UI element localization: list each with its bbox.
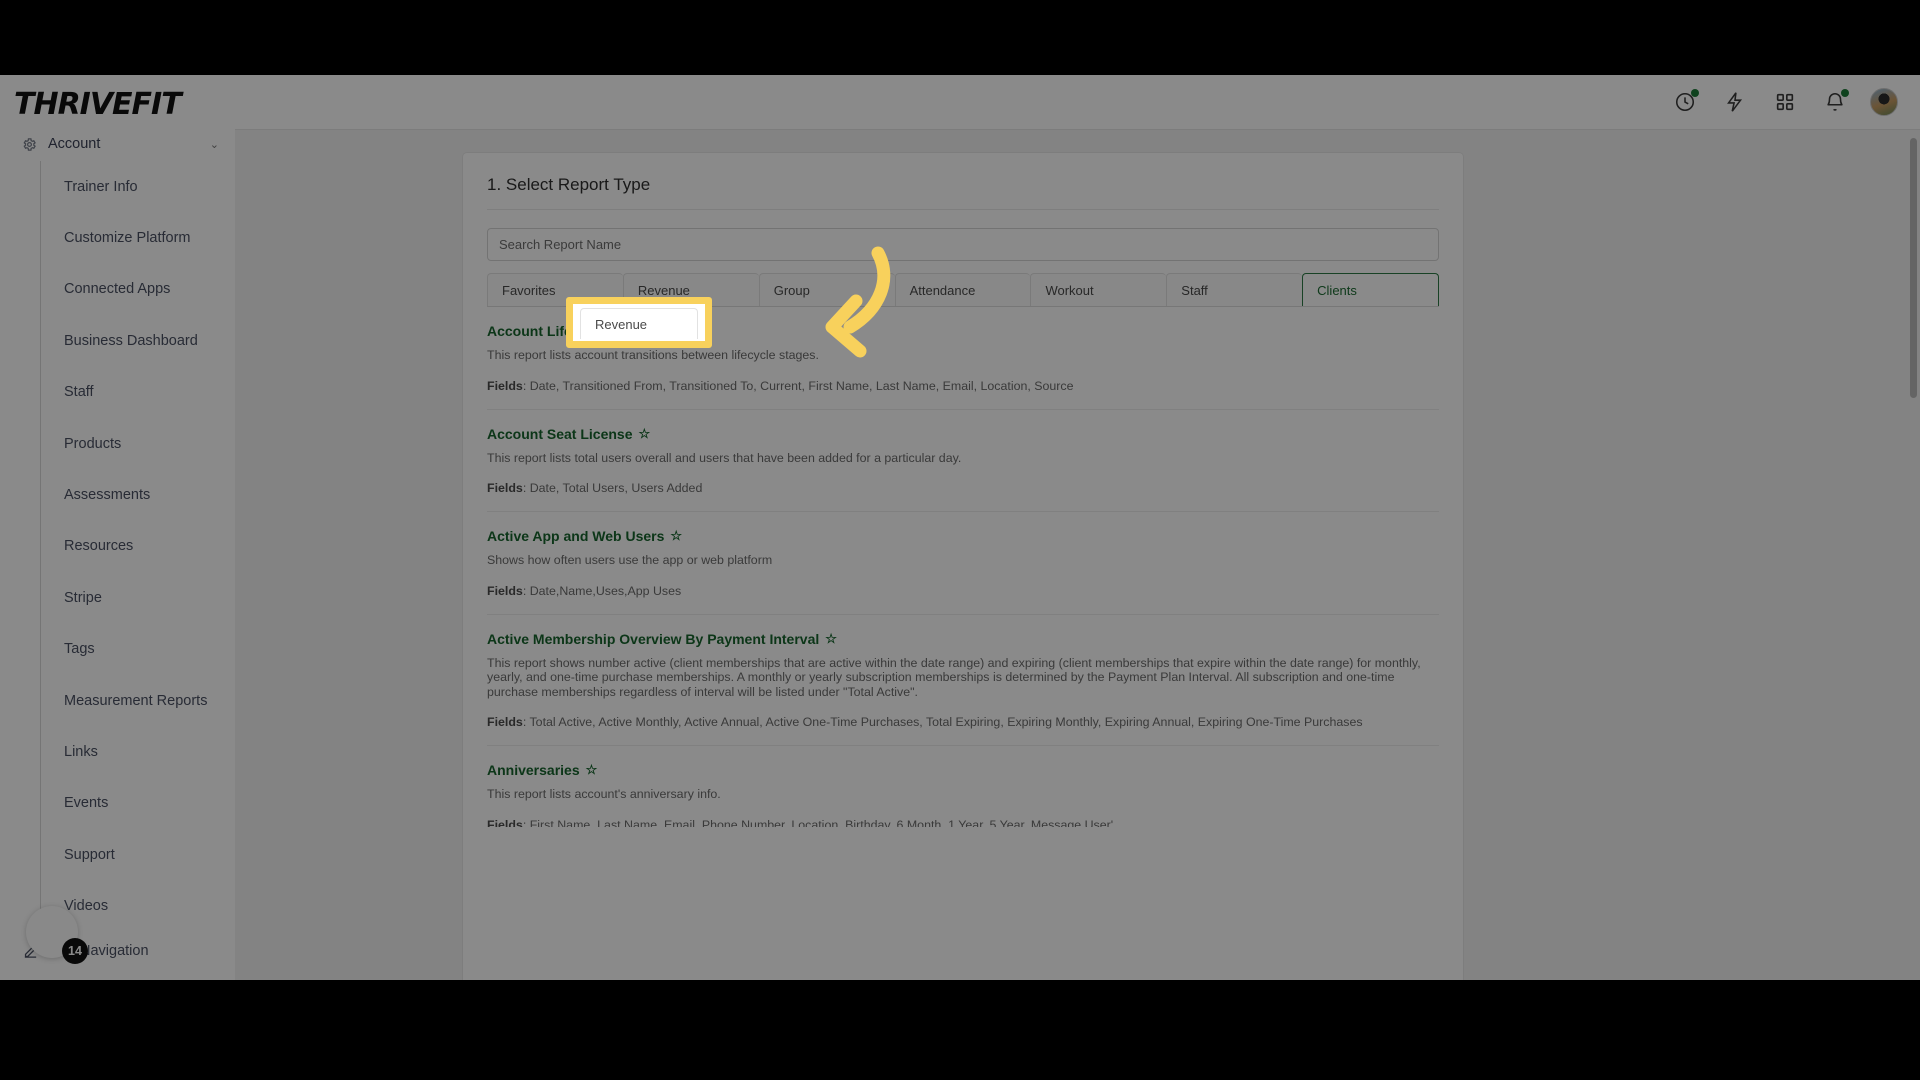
sidebar-item-staff[interactable]: Staff bbox=[41, 367, 235, 418]
report-title[interactable]: Account Lifecycle Transitions ☆ bbox=[487, 323, 703, 339]
screenshot-root: THRIVEFIT Account ⌄ Trainer Info Customiz… bbox=[0, 0, 1920, 1080]
sidebar-group-label: Account bbox=[48, 136, 101, 152]
page-scrollbar[interactable] bbox=[1910, 138, 1917, 398]
sidebar-item-assessments[interactable]: Assessments bbox=[41, 469, 235, 520]
sidebar-item-events[interactable]: Events bbox=[41, 778, 235, 829]
report-fields-value: Date,Name,Uses,App Uses bbox=[529, 583, 682, 598]
brand-name-primary: THRIVE bbox=[14, 87, 133, 122]
report-title-label: Anniversaries bbox=[487, 762, 580, 778]
report-fields-label: Fields bbox=[487, 481, 523, 495]
report-title-label: Active App and Web Users bbox=[487, 528, 665, 544]
chat-logo-icon bbox=[37, 917, 67, 947]
bell-icon[interactable] bbox=[1814, 81, 1856, 123]
report-description: Shows how often users use the app or web… bbox=[487, 553, 773, 567]
search-input[interactable] bbox=[487, 228, 1439, 261]
chevron-down-icon: ⌄ bbox=[209, 138, 219, 151]
gear-icon bbox=[23, 137, 36, 151]
bell-status-dot bbox=[1841, 89, 1849, 97]
sidebar: THRIVEFIT Account ⌄ Trainer Info Customiz… bbox=[0, 75, 235, 980]
report-list-item: Anniversaries ☆ This report lists account'… bbox=[487, 746, 1439, 827]
clock-status-dot bbox=[1691, 89, 1699, 97]
report-title[interactable]: Active App and Web Users ☆ bbox=[487, 528, 682, 544]
report-fields: Fields: Date, Total Users, Users Added bbox=[487, 481, 703, 495]
page-title: 1. Select Report Type bbox=[487, 175, 651, 194]
sidebar-nav: Account ⌄ Trainer Info Customize Platform… bbox=[0, 127, 235, 920]
brand-name-secondary: FIT bbox=[131, 87, 182, 122]
report-list-item: Account Lifecycle Transitions ☆ This repor… bbox=[487, 307, 1439, 410]
sidebar-item-links[interactable]: Links bbox=[41, 726, 235, 777]
sidebar-item-tags[interactable]: Tags bbox=[41, 624, 235, 675]
favorite-star-icon[interactable]: ☆ bbox=[586, 762, 598, 778]
report-description: This report lists account transitions be… bbox=[487, 348, 819, 362]
sidebar-item-connected-apps[interactable]: Connected Apps bbox=[41, 264, 235, 315]
tab-favorites[interactable]: Favorites bbox=[487, 273, 623, 306]
report-title-label: Active Membership Overview By Payment In… bbox=[487, 630, 820, 647]
sidebar-subnav: Trainer Info Customize Platform Connected … bbox=[40, 161, 235, 920]
report-list: Account Lifecycle Transitions ☆ This repor… bbox=[487, 307, 1439, 827]
report-fields: Fields: Date, Transitioned From, Transit… bbox=[487, 378, 1074, 393]
report-fields-value: First Name, Last Name, Email, Phone Numb… bbox=[529, 817, 1114, 828]
report-title[interactable]: Account Seat License ☆ bbox=[487, 426, 650, 442]
chat-unread-badge[interactable]: 14 bbox=[62, 938, 88, 964]
tab-attendance[interactable]: Attendance bbox=[894, 273, 1031, 306]
sidebar-item-products[interactable]: Products bbox=[41, 418, 235, 469]
sidebar-item-support[interactable]: Support bbox=[41, 829, 235, 880]
report-title[interactable]: Anniversaries ☆ bbox=[487, 762, 597, 778]
tab-group[interactable]: Group bbox=[758, 273, 895, 306]
sidebar-item-resources[interactable]: Resources bbox=[41, 521, 235, 572]
report-title-label: Account Lifecycle Transitions bbox=[487, 323, 686, 339]
report-fields: Fields: Total Active, Active Monthly, Ac… bbox=[487, 715, 1363, 729]
application-window: THRIVEFIT Account ⌄ Trainer Info Customiz… bbox=[0, 75, 1920, 980]
report-fields: Fields: Date,Name,Uses,App Uses bbox=[487, 583, 682, 598]
topbar bbox=[235, 75, 1920, 130]
grid-apps-icon[interactable] bbox=[1764, 81, 1806, 123]
report-fields-label: Fields bbox=[487, 583, 523, 598]
report-description: This report lists total users overall an… bbox=[487, 450, 962, 465]
report-fields-label: Fields bbox=[487, 378, 523, 393]
report-fields: Fields: First Name, Last Name, Email, Ph… bbox=[487, 818, 1439, 828]
report-title[interactable]: Active Membership Overview By Payment In… bbox=[487, 631, 837, 647]
report-category-tabs: Favorites Revenue Group Attendance Workout St… bbox=[487, 273, 1440, 307]
tab-clients[interactable]: Clients bbox=[1302, 273, 1440, 306]
report-fields-value: Date, Total Users, Users Added bbox=[529, 481, 703, 495]
report-fields-label: Fields bbox=[487, 715, 523, 729]
tab-workout[interactable]: Workout bbox=[1030, 273, 1167, 306]
report-description: This report shows number active (client … bbox=[487, 655, 1421, 699]
favorite-star-icon[interactable]: ☆ bbox=[670, 528, 682, 544]
report-list-item: Account Seat License ☆ This report lists t… bbox=[487, 410, 1439, 512]
report-title-label: Account Seat License bbox=[487, 425, 633, 442]
sidebar-group-account[interactable]: Account ⌄ bbox=[0, 127, 235, 161]
lightning-icon[interactable] bbox=[1714, 81, 1756, 123]
report-fields-label: Fields bbox=[487, 817, 523, 828]
tab-staff[interactable]: Staff bbox=[1166, 273, 1303, 306]
sidebar-item-business-dashboard[interactable]: Business Dashboard bbox=[41, 315, 235, 366]
report-list-item: Active App and Web Users ☆ Shows how often… bbox=[487, 512, 1439, 615]
report-fields-value: Date, Transitioned From, Transitioned To… bbox=[529, 378, 1074, 393]
favorite-star-icon[interactable]: ☆ bbox=[825, 631, 837, 647]
report-list-item: Active Membership Overview By Payment In… bbox=[487, 615, 1439, 746]
report-fields-value: Total Active, Active Monthly, Active Ann… bbox=[529, 715, 1363, 729]
report-type-panel: 1. Select Report Type FavoritesRevenueGr… bbox=[463, 153, 1463, 980]
clock-icon[interactable] bbox=[1664, 81, 1706, 123]
search-wrapper bbox=[463, 210, 1463, 261]
tab-revenue[interactable]: Revenue bbox=[622, 273, 759, 306]
brand-logo: THRIVEFIT bbox=[14, 87, 182, 122]
sidebar-item-measurement-reports[interactable]: Measurement Reports bbox=[41, 675, 235, 726]
sidebar-item-customize-platform[interactable]: Customize Platform bbox=[41, 212, 235, 263]
sidebar-item-stripe[interactable]: Stripe bbox=[41, 572, 235, 623]
main-content: 1. Select Report Type FavoritesRevenueGr… bbox=[235, 130, 1920, 980]
sidebar-item-trainer-info[interactable]: Trainer Info bbox=[41, 161, 235, 212]
favorite-star-icon[interactable]: ☆ bbox=[691, 323, 703, 339]
favorite-star-icon[interactable]: ☆ bbox=[639, 426, 651, 442]
report-description: This report lists account's anniversary … bbox=[487, 787, 721, 801]
avatar[interactable] bbox=[1870, 88, 1898, 116]
